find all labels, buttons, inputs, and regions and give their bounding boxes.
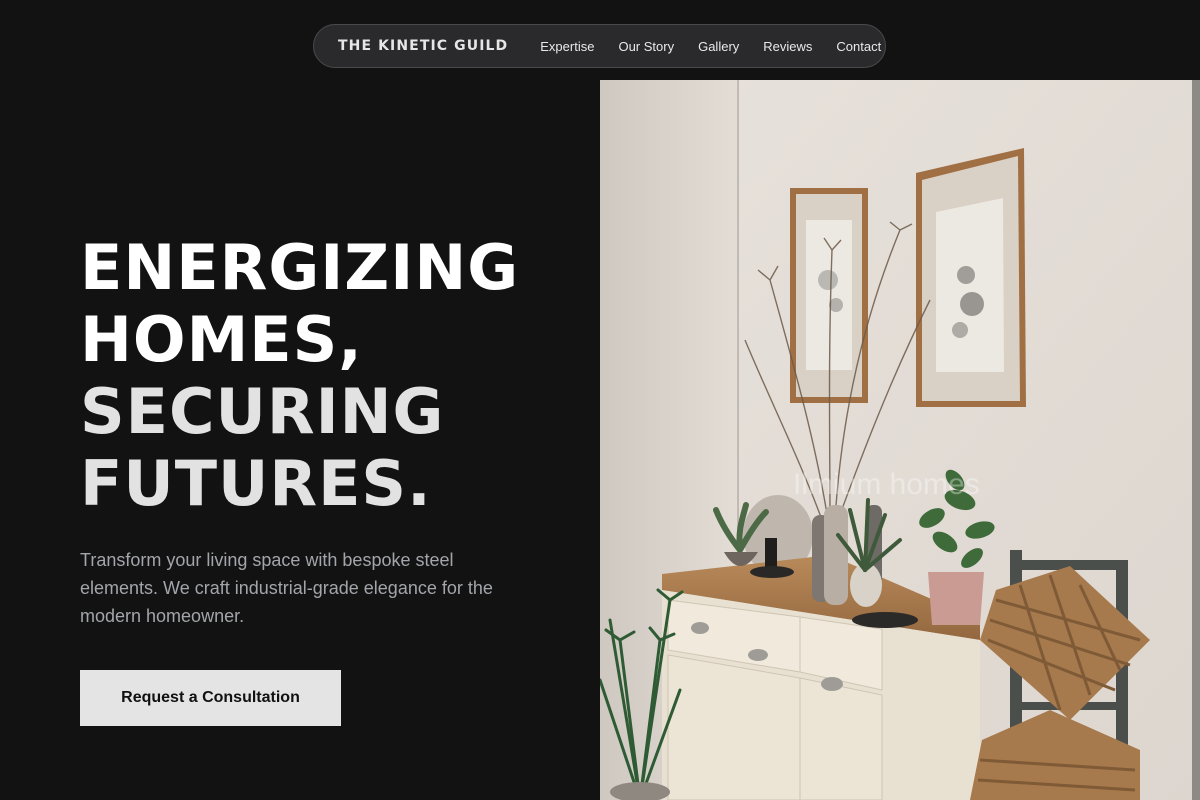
nav-link-expertise[interactable]: Expertise	[540, 39, 594, 54]
photo-watermark: Ilmium homes	[793, 468, 980, 501]
nav-link-gallery[interactable]: Gallery	[698, 39, 739, 54]
hero-headline: ENERGIZING HOMES, SECURING FUTURES.	[80, 232, 600, 520]
nav-links: Expertise Our Story Gallery Reviews Cont…	[540, 39, 881, 54]
nav-link-contact[interactable]: Contact	[836, 39, 881, 54]
nav-link-reviews[interactable]: Reviews	[763, 39, 812, 54]
headline-line-3: SECURING	[80, 375, 445, 448]
top-navigation: THE KINETIC GUILD Expertise Our Story Ga…	[313, 24, 886, 68]
nav-link-our-story[interactable]: Our Story	[618, 39, 674, 54]
headline-line-2: HOMES,	[80, 303, 363, 376]
interior-illustration	[600, 80, 1200, 800]
wall-frame-right	[916, 148, 1026, 407]
landing-page: THE KINETIC GUILD Expertise Our Story Ga…	[0, 0, 1200, 800]
request-consultation-button[interactable]: Request a Consultation	[80, 670, 341, 726]
hero-photo: Ilmium homes	[600, 80, 1200, 800]
headline-line-4: FUTURES.	[80, 447, 432, 520]
headline-line-1: ENERGIZING	[80, 231, 520, 304]
brand-logo[interactable]: THE KINETIC GUILD	[338, 38, 508, 54]
hero-subcopy: Transform your living space with bespoke…	[80, 550, 493, 626]
